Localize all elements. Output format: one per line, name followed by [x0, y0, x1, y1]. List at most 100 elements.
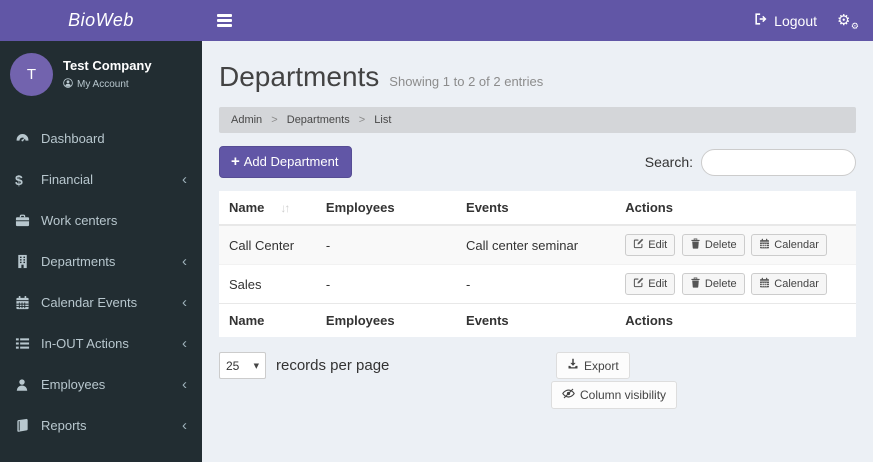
logout-label: Logout: [774, 12, 817, 29]
footer-header-employees: Employees: [320, 303, 462, 337]
calendar-icon: [759, 277, 770, 291]
sidebar-item-label: Departments: [41, 254, 116, 269]
records-per-page-label: records per page: [276, 357, 390, 374]
trash-icon: [690, 238, 701, 252]
brand-logo[interactable]: BioWeb: [0, 0, 202, 41]
calendar-icon: [15, 295, 41, 310]
breadcrumb-list[interactable]: List: [374, 114, 391, 126]
sidebar-item-label: Work centers: [41, 213, 118, 228]
departments-table-card: Name ↓↑ Employees Events Actions Call Cen…: [219, 191, 856, 337]
menu-icon[interactable]: [217, 12, 232, 30]
top-navbar: BioWeb Logout ⚙ ⚙: [0, 0, 873, 41]
breadcrumb-separator: >: [358, 114, 366, 126]
book-icon: [15, 418, 41, 433]
sidebar-item-financial[interactable]: $ Financial ‹: [0, 159, 202, 200]
sidebar-item-dashboard[interactable]: Dashboard: [0, 118, 202, 159]
edit-button[interactable]: Edit: [625, 234, 676, 256]
sidebar-item-work-centers[interactable]: Work centers: [0, 200, 202, 241]
entries-summary: Showing 1 to 2 of 2 entries: [389, 74, 544, 89]
cogs-icon[interactable]: ⚙ ⚙: [837, 11, 859, 32]
table-header-row: Name ↓↑ Employees Events Actions: [219, 191, 856, 226]
column-header-employees[interactable]: Employees: [320, 191, 462, 226]
chevron-left-icon: ‹: [182, 335, 187, 352]
calendar-button[interactable]: Calendar: [751, 234, 827, 256]
cell-name: Sales: [229, 276, 262, 292]
list-icon: [15, 336, 41, 351]
add-department-button[interactable]: + Add Department: [219, 146, 353, 178]
cell-employees: -: [325, 276, 331, 292]
page-size-select[interactable]: 25 ▼: [219, 352, 266, 379]
cell-events: -: [466, 276, 471, 292]
breadcrumb-separator: >: [271, 114, 278, 126]
logout-icon: [754, 12, 768, 29]
breadcrumb: Admin > Departments > List: [219, 107, 856, 133]
footer-header-actions: Actions: [620, 303, 856, 337]
sidebar-item-label: Financial: [41, 172, 94, 187]
logout-button[interactable]: Logout: [754, 12, 817, 29]
sidebar-item-in-out-actions[interactable]: In-OUT Actions ‹: [0, 323, 202, 364]
briefcase-icon: [15, 213, 41, 228]
building-icon: [15, 254, 41, 269]
page-size-value: 25: [226, 358, 240, 373]
chevron-left-icon: ‹: [182, 376, 187, 393]
breadcrumb-departments[interactable]: Departments: [287, 114, 350, 126]
breadcrumb-admin[interactable]: Admin: [231, 114, 262, 126]
column-visibility-button[interactable]: Column visibility: [551, 381, 678, 409]
sidebar-item-label: Reports: [41, 418, 87, 433]
export-button[interactable]: Export: [556, 352, 630, 379]
chevron-left-icon: ‹: [182, 171, 187, 188]
delete-button[interactable]: Delete: [681, 234, 745, 256]
calendar-button[interactable]: Calendar: [751, 273, 827, 295]
company-name: Test Company: [63, 58, 152, 73]
search-box: Search:: [644, 148, 856, 176]
my-account-label: My Account: [77, 79, 129, 90]
chevron-left-icon: ‹: [182, 253, 187, 270]
my-account-link[interactable]: My Account: [63, 78, 152, 91]
delete-button[interactable]: Delete: [681, 273, 745, 295]
cell-name: Call Center: [229, 237, 295, 253]
sort-icon[interactable]: ↓↑: [280, 201, 290, 215]
user-circle-icon: [63, 78, 73, 91]
plus-icon: +: [231, 153, 240, 170]
cell-actions: Edit Delete Calendar: [620, 225, 856, 265]
sidebar-item-reports[interactable]: Reports ‹: [0, 405, 202, 446]
table-controls: 25 ▼ records per page Export Column visi…: [219, 352, 856, 410]
table-row: Sales - - Edit Delete Calendar: [219, 264, 856, 304]
footer-header-events: Events: [461, 303, 621, 337]
eye-slash-icon: [562, 387, 575, 403]
sidebar-item-calendar-events[interactable]: Calendar Events ‹: [0, 282, 202, 323]
search-input[interactable]: [701, 148, 856, 176]
table-row: Call Center - Call center seminar Edit D…: [219, 225, 856, 265]
download-icon: [567, 358, 579, 373]
chevron-left-icon: ‹: [182, 294, 187, 311]
dollar-icon: $: [15, 171, 23, 188]
calendar-icon: [759, 238, 770, 252]
chevron-left-icon: ‹: [182, 417, 187, 434]
column-header-events[interactable]: Events: [461, 191, 621, 226]
edit-icon: [633, 238, 644, 252]
column-header-actions: Actions: [620, 191, 856, 226]
person-icon: [15, 378, 41, 392]
page-title: Departments: [219, 61, 380, 92]
sidebar-item-employees[interactable]: Employees ‹: [0, 364, 202, 405]
departments-table: Name ↓↑ Employees Events Actions Call Cen…: [219, 191, 856, 337]
sidebar: T Test Company My Account Dashboard $ Fi…: [0, 41, 202, 462]
sidebar-item-departments[interactable]: Departments ‹: [0, 241, 202, 282]
column-header-name[interactable]: Name ↓↑: [219, 191, 321, 226]
edit-button[interactable]: Edit: [625, 273, 676, 295]
trash-icon: [690, 277, 701, 291]
add-department-label: Add Department: [243, 154, 339, 169]
edit-icon: [633, 277, 644, 291]
dashboard-icon: [15, 131, 41, 146]
sidebar-item-label: In-OUT Actions: [41, 336, 129, 351]
navbar-main: Logout ⚙ ⚙: [202, 0, 873, 41]
sidebar-item-label: Employees: [41, 377, 106, 392]
footer-header-name: Name: [219, 303, 321, 337]
table-footer-row: Name Employees Events Actions: [219, 303, 856, 337]
cell-employees: -: [325, 237, 331, 253]
page-header: Departments Showing 1 to 2 of 2 entries: [219, 61, 856, 93]
navbar-right: Logout ⚙ ⚙: [754, 11, 859, 32]
search-label: Search:: [644, 154, 693, 170]
avatar[interactable]: T: [10, 53, 53, 96]
main-content: Departments Showing 1 to 2 of 2 entries …: [202, 41, 873, 462]
